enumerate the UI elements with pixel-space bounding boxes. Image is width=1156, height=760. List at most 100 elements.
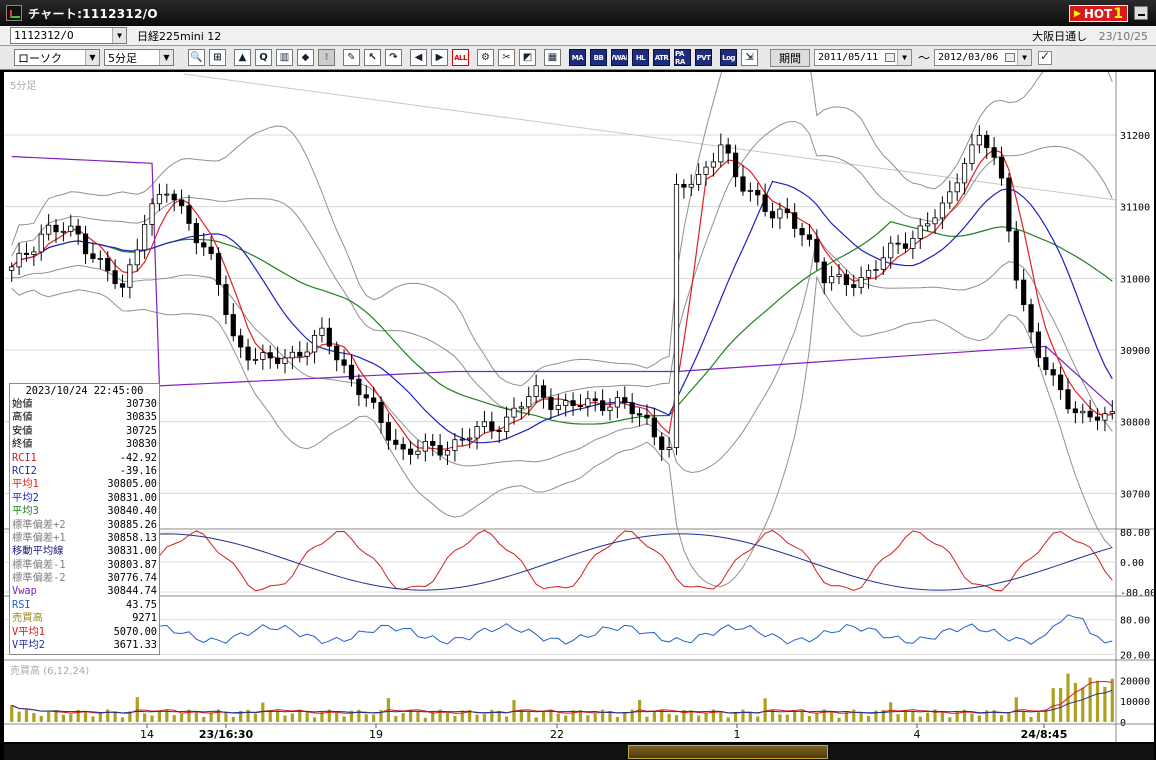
candle-body bbox=[614, 397, 621, 408]
candle-body bbox=[68, 225, 74, 232]
cursor-icon[interactable]: ↖ bbox=[364, 49, 381, 66]
volume-bar bbox=[1051, 688, 1055, 722]
candle-body bbox=[304, 351, 310, 357]
candle-body bbox=[769, 211, 776, 219]
atr-icon[interactable]: ATR bbox=[653, 49, 670, 66]
candle-body bbox=[245, 346, 251, 361]
search-chart-icon[interactable]: Q bbox=[255, 49, 272, 66]
vwae-icon[interactable]: VWAE bbox=[611, 49, 628, 66]
date-to-field[interactable]: 2012/03/06 ▼ bbox=[934, 49, 1033, 66]
chevron-down-icon[interactable]: ▼ bbox=[85, 50, 99, 65]
redo-icon[interactable]: ↷ bbox=[385, 49, 402, 66]
candle-body bbox=[407, 448, 414, 455]
candle-body bbox=[223, 284, 229, 315]
price-tick-label: 31200 bbox=[1120, 131, 1150, 142]
ma-icon[interactable]: MA bbox=[569, 49, 586, 66]
candle-body bbox=[208, 246, 214, 254]
para-icon[interactable]: PA RA bbox=[674, 49, 691, 66]
info-value: 30725 bbox=[126, 424, 157, 437]
hl-icon[interactable]: HL bbox=[632, 49, 649, 66]
candle-body bbox=[696, 173, 702, 185]
chevron-down-icon[interactable]: ▼ bbox=[112, 28, 126, 43]
chevron-down-icon[interactable]: ▼ bbox=[159, 50, 173, 65]
split-icon[interactable]: ◆ bbox=[297, 49, 314, 66]
color-icon[interactable]: ◩ bbox=[519, 49, 536, 66]
price-chart[interactable]: 31200 31100 31000 30900 30800 30700 80.00 0.00 -… bbox=[4, 72, 1154, 742]
candle-body bbox=[348, 364, 355, 380]
volume-bar bbox=[918, 716, 922, 722]
chart-area[interactable]: 31200 31100 31000 30900 30800 30700 80.00 0.00 -… bbox=[4, 72, 1154, 742]
settings-icon[interactable]: ⚙ bbox=[477, 49, 494, 66]
volume-label: 売買高 (6,12,24) bbox=[10, 666, 90, 677]
bar-width-icon[interactable]: ⊞ bbox=[209, 49, 226, 66]
pvt-icon[interactable]: PVT bbox=[695, 49, 712, 66]
volume-bar bbox=[527, 711, 531, 722]
candle-body bbox=[1050, 369, 1056, 376]
scrollbar-thumb[interactable] bbox=[628, 745, 828, 759]
apply-checkbox[interactable] bbox=[1038, 49, 1053, 65]
candle-body bbox=[718, 144, 724, 163]
panel-label: 5分足 bbox=[10, 81, 37, 92]
volume-bar bbox=[335, 712, 339, 722]
candle-body bbox=[755, 189, 761, 196]
time-tick-label: 22 bbox=[550, 728, 564, 741]
candle-add-icon[interactable]: ▲ bbox=[234, 49, 251, 66]
info-value: 30885.26 bbox=[107, 518, 157, 531]
info-value: -42.92 bbox=[119, 451, 157, 464]
period-select[interactable]: 5分足 ▼ bbox=[104, 49, 174, 66]
candle-body bbox=[732, 152, 739, 178]
candle-body bbox=[53, 224, 59, 233]
calendar-icon[interactable] bbox=[885, 53, 895, 62]
info-row: 標準偏差-1 30803.87 bbox=[12, 559, 157, 572]
volume-bar bbox=[1007, 713, 1011, 722]
candle-body bbox=[548, 397, 554, 410]
candle-body bbox=[592, 398, 598, 402]
log-icon[interactable]: Log bbox=[720, 49, 737, 66]
candle-left-icon[interactable]: ◀ bbox=[410, 49, 427, 66]
candle-body bbox=[836, 274, 842, 277]
volume-bar bbox=[47, 710, 51, 722]
time-scrollbar[interactable] bbox=[4, 744, 1154, 760]
symbol-bar: 1112312/O ▼ 日経225mini 12 大阪日通し 23/10/25 bbox=[0, 26, 1156, 46]
volume-bar bbox=[445, 713, 450, 722]
date-from-field[interactable]: 2011/05/11 ▼ bbox=[814, 49, 912, 66]
session-label: 大阪日通し bbox=[1032, 30, 1088, 43]
candle-body bbox=[1058, 374, 1064, 391]
volume-bar bbox=[645, 716, 649, 722]
volume-tick-label: 20000 bbox=[1120, 676, 1150, 687]
zoom-icon[interactable]: 🔍 bbox=[188, 49, 205, 66]
chevron-down-icon[interactable]: ▼ bbox=[897, 50, 911, 65]
volume-bar bbox=[763, 698, 767, 722]
chart-type-select[interactable]: ローソク ▼ bbox=[14, 49, 100, 66]
symbol-select[interactable]: 1112312/O ▼ bbox=[10, 27, 127, 44]
data-window: 2023/10/24 22:45:00 始値 30730 高値 30835 安値 3072… bbox=[9, 383, 160, 655]
hot-badge[interactable]: ▶ HOT 1 bbox=[1068, 5, 1128, 22]
period-range-button[interactable]: 期間 bbox=[770, 48, 810, 67]
info-datetime: 2023/10/24 22:45:00 bbox=[25, 385, 144, 397]
info-row: V平均1 5070.00 bbox=[12, 626, 157, 639]
volume-bar bbox=[416, 711, 420, 722]
candle-body bbox=[932, 217, 938, 225]
calendar-icon[interactable] bbox=[1005, 53, 1016, 62]
candle-body bbox=[1013, 230, 1019, 281]
volume-icon[interactable]: ▥ bbox=[276, 49, 293, 66]
candle-right-icon[interactable]: ▶ bbox=[431, 49, 448, 66]
minimize-button[interactable] bbox=[1134, 6, 1148, 20]
title-bar: チャート:1112312/O ▶ HOT 1 bbox=[0, 0, 1156, 26]
price-tick-label: 30800 bbox=[1120, 418, 1150, 429]
export-icon[interactable]: ⇲ bbox=[741, 49, 758, 66]
tools-icon[interactable]: ✂ bbox=[498, 49, 515, 66]
ma3-line bbox=[11, 221, 1113, 425]
info-label: 標準偏差-1 bbox=[12, 558, 66, 571]
pen-icon[interactable]: ✎ bbox=[343, 49, 360, 66]
bb-icon[interactable]: BB bbox=[590, 49, 607, 66]
candle-body bbox=[806, 234, 813, 240]
volume-bar bbox=[364, 714, 368, 722]
ma2-line bbox=[11, 180, 1113, 444]
candle-body bbox=[895, 242, 901, 245]
all-icon[interactable]: ALL bbox=[452, 49, 469, 66]
volume-bar bbox=[586, 715, 590, 722]
warning-icon[interactable]: ! bbox=[318, 49, 335, 66]
grid-icon[interactable]: ▦ bbox=[544, 49, 561, 66]
chevron-down-icon[interactable]: ▼ bbox=[1017, 50, 1032, 65]
